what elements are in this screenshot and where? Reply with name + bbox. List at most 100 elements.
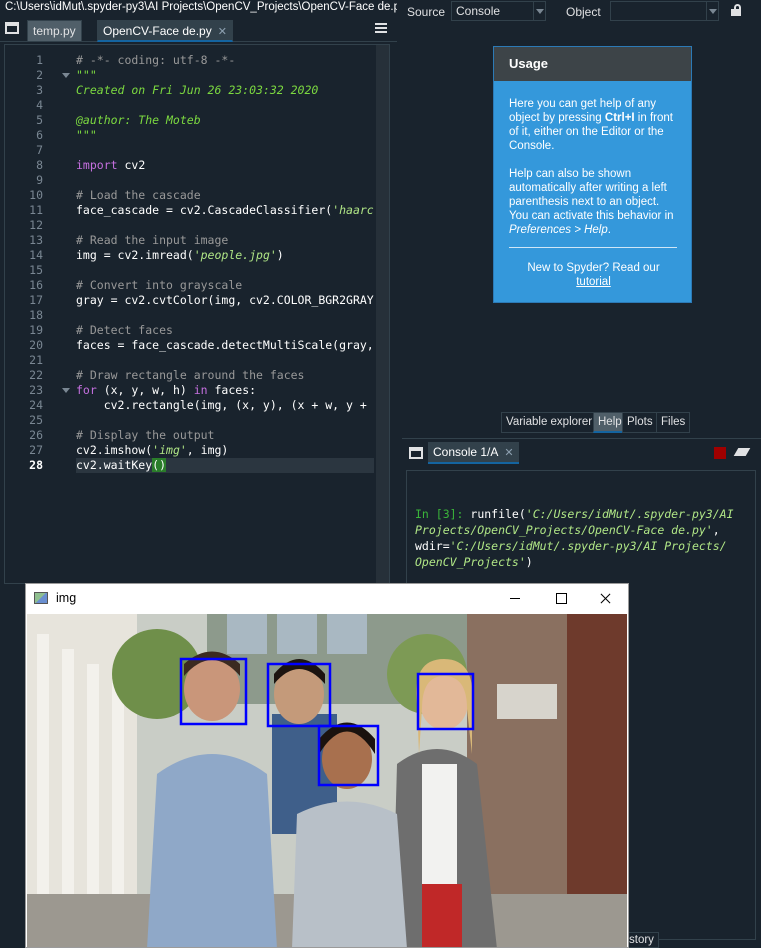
- line-number: 11: [29, 203, 43, 217]
- usage-paragraph-1: Here you can get help of any object by p…: [509, 98, 673, 152]
- current-code-line: cv2.waitKey(): [76, 458, 374, 473]
- line-number-gutter: 1 2 3 4 5 6 7 8 9 10 11 12 13 14 15 16 17 18 19 20 21 22 23 24 2…: [5, 45, 51, 583]
- line-number: 10: [29, 188, 43, 202]
- tab-label: temp.py: [33, 24, 76, 38]
- usage-paragraph-2: Help can also be shown automatically aft…: [509, 168, 674, 236]
- code-line: # -*- coding: utf-8 -*-: [76, 53, 236, 67]
- tutorial-link[interactable]: tutorial: [576, 275, 611, 289]
- line-number: 18: [29, 308, 43, 322]
- code-line: # Read the input image: [76, 233, 229, 247]
- code-line: Created on Fri Jun 26 23:03:32 2020: [76, 83, 319, 97]
- code-area[interactable]: # -*- coding: utf-8 -*- """ Created on F…: [76, 45, 374, 583]
- line-number: 7: [36, 143, 43, 157]
- editor-path-title: C:\Users\idMut\.spyder-py3\AI Projects\O…: [0, 0, 397, 17]
- line-number: 20: [29, 338, 43, 352]
- source-combo[interactable]: Console: [451, 1, 546, 21]
- code-line: for (x, y, w, h) in faces:: [76, 383, 257, 397]
- console-line: OpenCV_Projects'): [415, 555, 533, 569]
- line-number: 4: [36, 98, 43, 112]
- fold-arrow-icon[interactable]: [62, 388, 70, 393]
- editor-tab-bar: temp.py OpenCV-Face de.py ✕: [0, 17, 397, 42]
- line-number: 13: [29, 233, 43, 247]
- chevron-down-icon: [706, 2, 718, 20]
- line-number: 17: [29, 293, 43, 307]
- console-line: Projects/OpenCV_Projects/OpenCV-Face de.…: [415, 523, 720, 537]
- image-window-title: img: [56, 591, 77, 605]
- code-line: @author: The Moteb: [76, 113, 201, 127]
- line-number: 27: [29, 443, 43, 457]
- tab-plots[interactable]: Plots: [622, 412, 658, 433]
- line-number: 24: [29, 398, 43, 412]
- usage-title: Usage: [494, 47, 691, 81]
- image-window[interactable]: img: [25, 583, 629, 948]
- code-line: # Convert into grayscale: [76, 278, 243, 292]
- browse-tabs-icon[interactable]: [5, 22, 19, 34]
- tab-temp-py[interactable]: temp.py: [27, 20, 82, 42]
- usage-card: Usage Here you can get help of any objec…: [493, 46, 692, 303]
- line-number: 2: [36, 68, 43, 82]
- object-label: Object: [566, 5, 601, 19]
- source-label: Source: [407, 5, 446, 19]
- help-toolbar: Source Console Object: [402, 0, 761, 24]
- line-number: 23: [29, 383, 43, 397]
- line-number: 8: [36, 158, 43, 172]
- tab-label: Console 1/A: [433, 445, 499, 459]
- code-line: img = cv2.imread('people.jpg'): [76, 248, 284, 262]
- stop-icon[interactable]: [714, 447, 726, 459]
- preferences-link[interactable]: Preferences > Help: [509, 224, 608, 236]
- code-line: """: [76, 128, 97, 142]
- tab-variable-explorer[interactable]: Variable explorer: [501, 412, 598, 433]
- line-number: 14: [29, 248, 43, 262]
- line-number: 9: [36, 173, 43, 187]
- line-number: 21: [29, 353, 43, 367]
- line-number: 19: [29, 323, 43, 337]
- options-menu-icon[interactable]: [375, 23, 387, 33]
- line-number: 5: [36, 113, 43, 127]
- editor-scrollbar[interactable]: [376, 45, 389, 583]
- app-icon: [34, 592, 48, 604]
- chevron-down-icon: [533, 2, 545, 20]
- line-number: 26: [29, 428, 43, 442]
- lock-icon[interactable]: [731, 4, 741, 16]
- code-editor[interactable]: 1 2 3 4 5 6 7 8 9 10 11 12 13 14 15 16 17 18 19 20 21 22 23 24 2…: [4, 44, 390, 584]
- line-number: 25: [29, 413, 43, 427]
- line-number: 15: [29, 263, 43, 277]
- console-line: wdir='C:/Users/idMut/.spyder-py3/AI Proj…: [415, 539, 727, 553]
- photo-illustration: [27, 614, 627, 947]
- code-line: import cv2: [76, 158, 146, 172]
- code-line: """: [76, 68, 97, 82]
- close-tab-icon[interactable]: ✕: [504, 447, 513, 459]
- line-number: 6: [36, 128, 43, 142]
- line-number: 22: [29, 368, 43, 382]
- line-number: 1: [36, 53, 43, 67]
- code-line: # Display the output: [76, 428, 215, 442]
- line-number: 3: [36, 83, 43, 97]
- console-line: In [3]: runfile('C:/Users/idMut/.spyder-…: [415, 507, 734, 521]
- line-number: 28: [29, 458, 43, 472]
- code-line: # Detect faces: [76, 323, 173, 337]
- tab-opencv-face-de[interactable]: OpenCV-Face de.py ✕: [97, 20, 233, 42]
- object-combo[interactable]: [610, 1, 719, 21]
- image-window-titlebar[interactable]: img: [26, 584, 628, 613]
- line-number: 12: [29, 218, 43, 232]
- maximize-icon[interactable]: [538, 584, 584, 613]
- tab-files[interactable]: Files: [656, 412, 691, 433]
- code-line: face_cascade = cv2.CascadeClassifier('ha…: [76, 203, 374, 217]
- close-tab-icon[interactable]: ✕: [218, 26, 227, 38]
- code-line: cv2.rectangle(img, (x, y), (x + w, y + h…: [103, 398, 374, 412]
- code-line: # Load the cascade: [76, 188, 201, 202]
- code-line: faces = face_cascade.detectMultiScale(gr…: [76, 338, 374, 352]
- tab-history[interactable]: story: [624, 932, 659, 948]
- divider: [509, 247, 677, 248]
- source-value: Console: [456, 4, 501, 18]
- tab-console[interactable]: Console 1/A ✕: [428, 442, 519, 464]
- code-line: gray = cv2.cvtColor(img, cv2.COLOR_BGR2G…: [76, 293, 374, 307]
- people-photo: [27, 614, 627, 947]
- code-line: # Draw rectangle around the faces: [76, 368, 305, 382]
- minimize-icon[interactable]: [492, 584, 538, 613]
- close-icon[interactable]: [582, 584, 628, 613]
- new-to-spyder: New to Spyder? Read our tutorial: [527, 262, 660, 289]
- line-number: 16: [29, 278, 43, 292]
- fold-arrow-icon[interactable]: [62, 73, 70, 78]
- browse-tabs-icon[interactable]: [409, 447, 423, 459]
